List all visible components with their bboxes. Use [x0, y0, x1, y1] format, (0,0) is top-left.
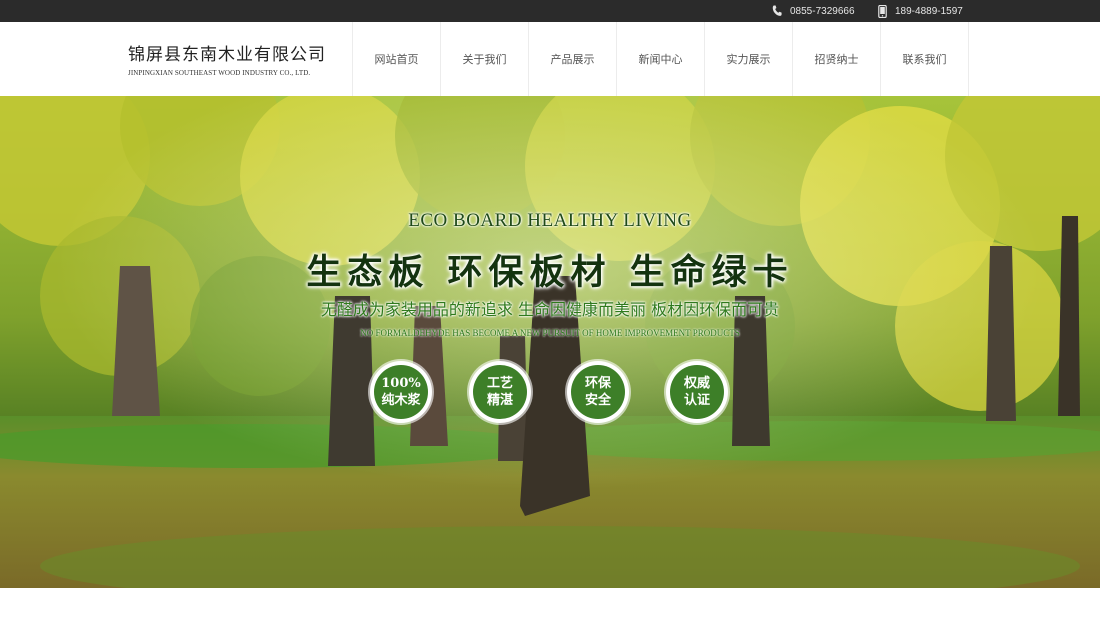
badge-authority-cert: 权威 认证 [666, 361, 728, 423]
nav-item-strength[interactable]: 实力展示 [705, 22, 793, 96]
badge-line2: 精湛 [486, 393, 513, 408]
phone-number: 0855-7329666 [790, 5, 855, 17]
hero-slogan-en: ECO BOARD HEALTHY LIVING [408, 210, 692, 231]
nav-item-home[interactable]: 网站首页 [353, 22, 441, 96]
mobile-contact[interactable]: 189-4889-1597 [878, 0, 963, 22]
badge-pure-wood-pulp: 100% 纯木浆 [370, 361, 432, 423]
badge-line2: 认证 [683, 393, 710, 408]
top-contact-bar: 0855-7329666 189-4889-1597 [0, 0, 1100, 22]
mobile-number: 189-4889-1597 [895, 5, 963, 17]
hero-banner[interactable]: ECO BOARD HEALTHY LIVING 生态板 环保板材 生命绿卡 无… [0, 96, 1100, 588]
nav-item-contact[interactable]: 联系我们 [881, 22, 969, 96]
mobile-icon [878, 4, 887, 18]
hero-subtitle-en: NO FORMALDEHYDE HAS BECOME A NEW PURSUIT… [360, 328, 740, 338]
site-header: 锦屏县东南木业有限公司 JINPINGXIAN SOUTHEAST WOOD I… [0, 22, 1100, 96]
nav-item-news[interactable]: 新闻中心 [617, 22, 705, 96]
hero-slogan-cn: 生态板 环保板材 生命绿卡 [306, 252, 794, 293]
company-name: 锦屏县东南木业有限公司 [128, 45, 326, 65]
badge-line1: 权威 [683, 376, 710, 391]
badge-fine-craft: 工艺 精湛 [469, 361, 531, 423]
badge-line1: 工艺 [486, 376, 513, 391]
phone-icon [772, 5, 782, 16]
hero-subtitle: 无醛成为家装用品的新追求 生命因健康而美丽 板材因环保而可贵 [320, 300, 780, 319]
badge-line1: 环保 [584, 376, 611, 391]
badge-line2: 纯木浆 [381, 393, 421, 408]
nav-item-careers[interactable]: 招贤纳士 [793, 22, 881, 96]
company-name-en: JINPINGXIAN SOUTHEAST WOOD INDUSTRY CO.,… [128, 69, 311, 77]
badge-line2: 安全 [584, 393, 611, 408]
forest-background-image [0, 96, 1100, 588]
badge-line1: 100% [381, 376, 421, 391]
badge-eco-safe: 环保 安全 [567, 361, 629, 423]
company-logo[interactable]: 锦屏县东南木业有限公司 JINPINGXIAN SOUTHEAST WOOD I… [128, 40, 326, 77]
nav-item-products[interactable]: 产品展示 [529, 22, 617, 96]
main-nav: 网站首页 关于我们 产品展示 新闻中心 实力展示 招贤纳士 联系我们 [352, 22, 969, 96]
phone-contact[interactable]: 0855-7329666 [772, 0, 855, 22]
nav-item-about[interactable]: 关于我们 [441, 22, 529, 96]
